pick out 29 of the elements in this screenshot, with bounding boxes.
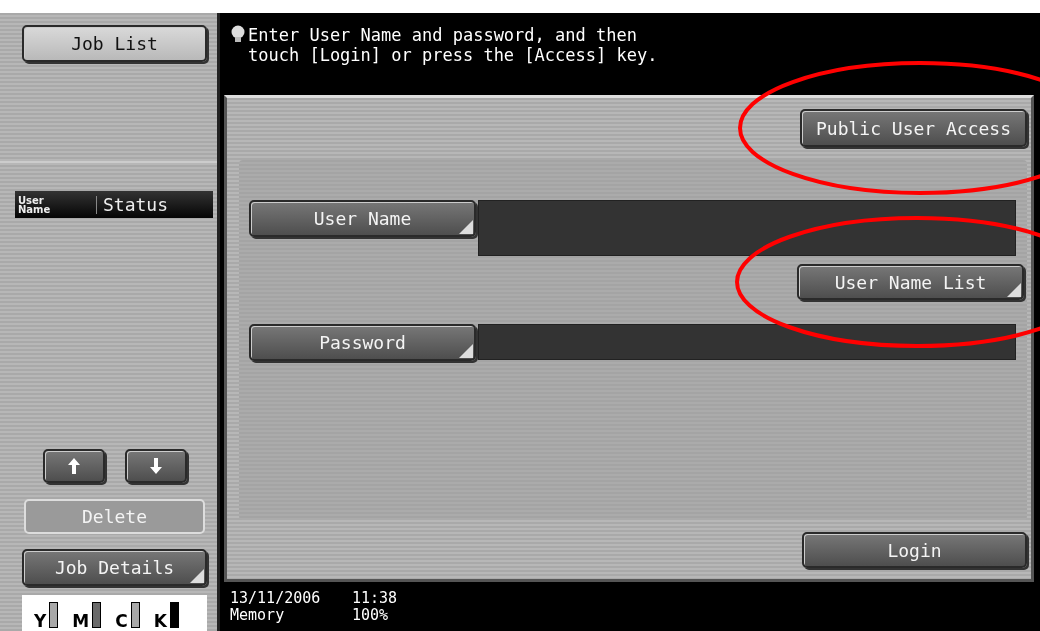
toner-letter: M (72, 611, 90, 631)
up-arrow-icon (68, 458, 80, 474)
column-header: Status (102, 194, 169, 215)
login-button[interactable]: Login (802, 532, 1027, 568)
memory-label: Memory (230, 607, 286, 624)
sidebar.job-details-button[interactable]: Job Details (22, 549, 207, 586)
fields.0-button[interactable]: User Name (249, 200, 476, 237)
down-arrow-icon (150, 458, 162, 474)
toner-letter: K (153, 611, 167, 631)
corner-icon (1007, 283, 1021, 297)
memory-value: 100% (352, 607, 390, 624)
toner-letter: Y (34, 611, 47, 631)
time-text: 11:38 (352, 590, 399, 607)
user-list-button[interactable]: User Name List (797, 264, 1024, 300)
column-header: User Name (15, 195, 97, 214)
scroll-up-button[interactable] (43, 449, 105, 483)
corner-icon (459, 344, 473, 358)
toner-letter: C (115, 611, 128, 631)
corner-icon (190, 569, 204, 583)
fields.1-button[interactable]: Password (249, 324, 476, 361)
corner-icon (459, 220, 473, 234)
public-access-button[interactable]: Public User Access (800, 109, 1027, 147)
date-text: 13/11/2006 (230, 590, 322, 607)
password-field[interactable] (478, 324, 1016, 360)
scroll-down-button[interactable] (125, 449, 187, 483)
lightbulb-icon (230, 25, 246, 43)
sidebar.job-list-button[interactable]: Job List (22, 25, 207, 62)
user-name-field[interactable] (478, 200, 1016, 256)
instruction-message: Enter User Name and password, and then touch [Login] or press the [Access] key. (248, 25, 658, 67)
